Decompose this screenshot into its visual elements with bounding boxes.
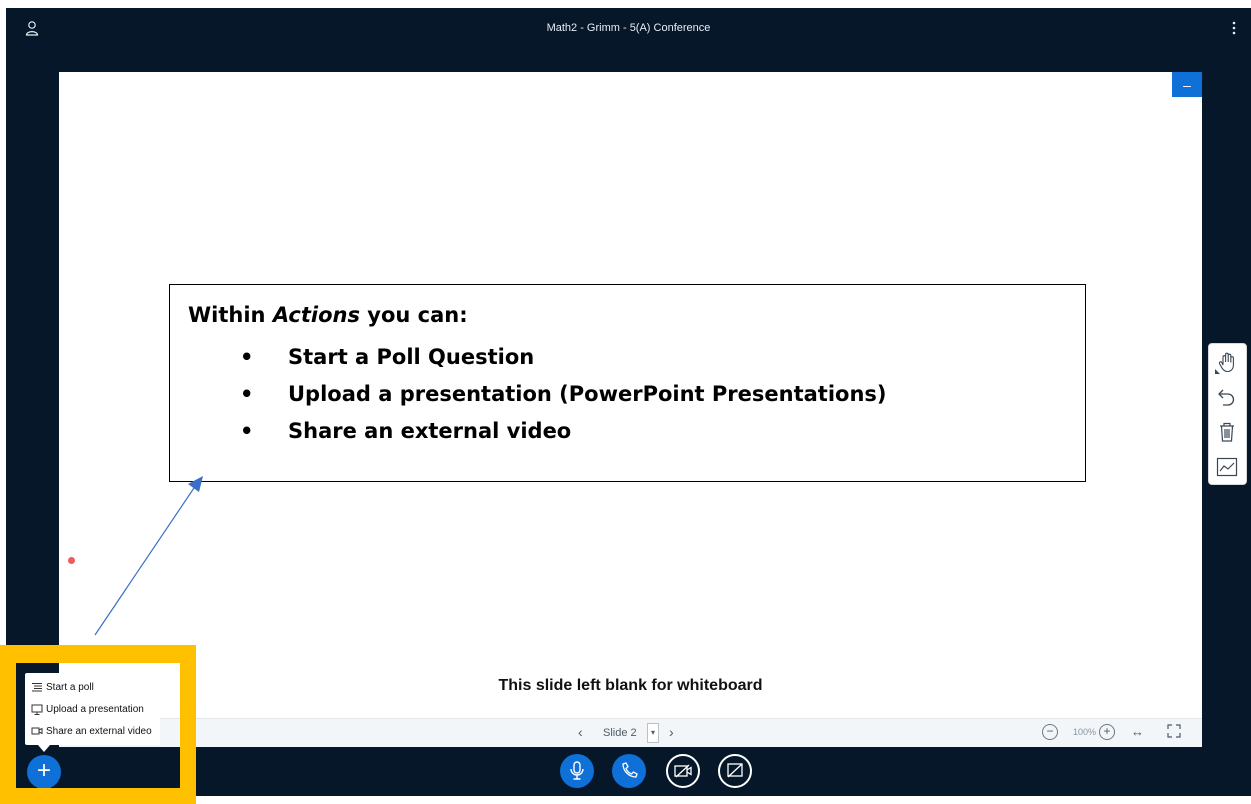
callout-list: • Start a Poll Question • Upload a present… [240,343,887,454]
slide-caption: This slide left blank for whiteboard [498,677,763,694]
callout-item: • Upload a presentation (PowerPoint Prese… [240,382,887,406]
menu-item-share-video[interactable]: Share an external video [31,723,152,741]
menu-item-start-poll[interactable]: Start a poll [31,679,94,697]
hand-icon[interactable] [1214,349,1240,375]
top-bar: Math2 - Grimm - 5(A) Conference [6,8,1251,48]
screen-share-button[interactable] [718,754,752,788]
fit-to-width-button[interactable]: ↔ [1131,724,1144,739]
menu-caret [38,745,50,752]
zoom-out-button[interactable]: − [1042,724,1058,740]
zoom-in-button[interactable]: + [1099,724,1115,740]
laser-pointer-dot [68,557,75,564]
meeting-title: Math2 - Grimm - 5(A) Conference [546,22,711,34]
video-icon [31,727,43,735]
screen-share-off-icon [727,763,743,778]
microphone-button[interactable] [560,754,594,788]
presentation-icon [31,704,43,715]
menu-item-upload-presentation[interactable]: Upload a presentation [31,701,144,719]
line-chart-icon[interactable] [1214,454,1240,480]
menu-item-label: Share an external video [46,726,152,737]
callout-item: • Share an external video [240,419,572,443]
presentation-area[interactable]: – Within Actions you can: • Start a Poll … [59,72,1202,747]
camera-button[interactable] [666,754,700,788]
whiteboard-toolbar [1208,343,1247,485]
more-vertical-icon[interactable] [1229,20,1239,36]
presentation-toolbar: ‹ Slide 2 ▾ › − 100% + ↔ [59,718,1202,747]
callout-heading: Within Actions you can: [188,303,468,327]
audio-call-button[interactable] [612,754,646,788]
previous-slide-button[interactable]: ‹ [578,724,583,740]
zoom-level: 100% [1073,727,1097,737]
undo-icon[interactable] [1214,384,1240,410]
callout-item: • Start a Poll Question [240,345,535,369]
trash-icon[interactable] [1214,419,1240,445]
menu-item-label: Start a poll [46,682,94,693]
menu-item-label: Upload a presentation [46,704,144,715]
instruction-callout: Within Actions you can: • Start a Poll Qu… [169,284,1086,482]
list-icon [32,683,42,692]
actions-menu: Start a poll Upload a presentation Share… [25,673,160,745]
callout-heading-emphasis: Actions [272,303,360,327]
next-slide-button[interactable]: › [669,724,674,740]
minimize-presentation-button[interactable]: – [1172,72,1202,97]
slide-select-dropdown[interactable]: ▾ [647,723,659,743]
fullscreen-icon[interactable] [1167,724,1181,738]
slide-number-label[interactable]: Slide 2 [603,727,637,739]
camera-off-icon [674,764,692,778]
microphone-icon [570,761,584,780]
phone-icon [622,762,638,778]
